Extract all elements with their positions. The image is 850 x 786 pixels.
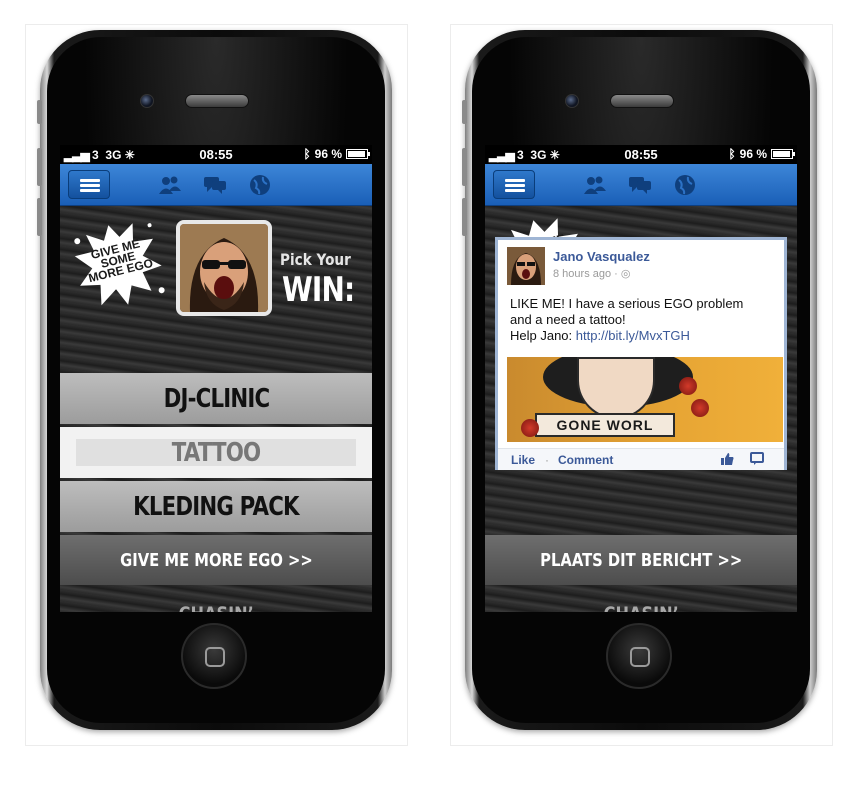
option-dj-clinic[interactable]: DJ-CLINIC <box>60 373 372 424</box>
rose-icon <box>679 377 697 395</box>
avatar-image <box>507 247 545 285</box>
option-tattoo[interactable]: TATTOO <box>60 427 372 478</box>
privacy-globe-icon: ◎ <box>620 268 631 280</box>
earpiece-speaker <box>610 94 674 108</box>
separator-dot: · <box>545 453 549 467</box>
option-label: KLEDING PACK <box>133 491 299 522</box>
battery-fill <box>773 151 790 157</box>
battery-icon <box>771 149 795 159</box>
earpiece-speaker <box>185 94 249 108</box>
volume-down-button <box>462 198 467 236</box>
home-button[interactable] <box>181 623 247 689</box>
like-link[interactable]: Like <box>511 453 535 467</box>
post-body: LIKE ME! I have a serious EGO problem an… <box>510 296 780 344</box>
facebook-post-card: Jano Vasqualez 8 hours ago · ◎ LIKE ME! … <box>495 237 787 470</box>
brand-logo: CHASIN’ <box>60 603 372 612</box>
post-author-name[interactable]: Jano Vasqualez <box>553 249 650 264</box>
option-label: TATTOO <box>171 437 261 468</box>
front-camera <box>565 94 579 108</box>
friends-icon[interactable] <box>158 174 182 196</box>
win-label: WIN: <box>282 270 355 310</box>
friends-icon[interactable] <box>583 174 607 196</box>
rose-icon <box>521 419 539 437</box>
volume-up-button <box>37 148 42 186</box>
front-camera <box>140 94 154 108</box>
menu-button[interactable] <box>493 170 535 199</box>
screen-left: ▂▃▅ 3 3G ✳ 08:55 ᛒ 96 % GIVE ME SOME MOR… <box>60 145 372 612</box>
brand-logo: CHASIN’ <box>485 603 797 612</box>
nav-bar <box>485 164 797 206</box>
battery-icon <box>346 149 370 159</box>
status-bar: ▂▃▅ 3 3G ✳ 08:55 ᛒ 96 % <box>60 145 372 164</box>
option-label: DJ-CLINIC <box>163 383 270 414</box>
post-line: and a need a tattoo! <box>510 312 626 327</box>
give-me-more-ego-button[interactable]: GIVE ME MORE EGO >> <box>60 535 372 585</box>
bluetooth-icon: ᛒ <box>303 147 311 161</box>
phone-left: ▂▃▅ 3 3G ✳ 08:55 ᛒ 96 % GIVE ME SOME MOR… <box>37 30 392 730</box>
battery-fill <box>348 151 365 157</box>
tattoo-banner-text: GONE WORL <box>535 413 675 437</box>
menu-icon <box>505 179 525 182</box>
globe-icon[interactable] <box>248 174 272 196</box>
post-line: Help Jano: <box>510 328 576 343</box>
thumbs-up-icon[interactable] <box>720 452 734 466</box>
globe-icon[interactable] <box>673 174 697 196</box>
post-timestamp: 8 hours ago <box>553 268 612 280</box>
separator-dot: · <box>614 268 618 280</box>
mute-switch <box>37 100 42 124</box>
tattoo-face <box>577 357 655 419</box>
mute-switch <box>462 100 467 124</box>
post-line: LIKE ME! I have a serious EGO problem <box>510 296 744 311</box>
home-square-icon <box>205 647 225 667</box>
hero-banner: GIVE ME SOME MORE EGO Pick Your WIN: <box>60 206 372 328</box>
screen-right: ▂▃▅ 3 3G ✳ 08:55 ᛒ 96 % Jano Vasqualez 8… <box>485 145 797 612</box>
messages-icon[interactable] <box>203 174 227 196</box>
battery-percent: 96 % <box>739 147 767 161</box>
plaats-dit-bericht-button[interactable]: PLAATS DIT BERICHT >> <box>485 535 797 585</box>
option-kleding-pack[interactable]: KLEDING PACK <box>60 481 372 532</box>
nav-bar <box>60 164 372 206</box>
comment-link[interactable]: Comment <box>558 453 613 467</box>
profile-photo <box>176 220 272 316</box>
comment-bubble-icon[interactable] <box>750 452 764 466</box>
post-actions: Like · Comment <box>498 448 784 470</box>
phone-right: ▂▃▅ 3 3G ✳ 08:55 ᛒ 96 % Jano Vasqualez 8… <box>462 30 817 730</box>
volume-up-button <box>462 148 467 186</box>
volume-down-button <box>37 198 42 236</box>
screaming-face-image <box>180 224 268 312</box>
home-square-icon <box>630 647 650 667</box>
rose-icon <box>691 399 709 417</box>
bluetooth-icon: ᛒ <box>728 147 736 161</box>
menu-icon <box>80 179 100 182</box>
status-bar: ▂▃▅ 3 3G ✳ 08:55 ᛒ 96 % <box>485 145 797 164</box>
pick-your-label: Pick Your <box>280 250 351 269</box>
post-author-avatar[interactable] <box>507 247 545 285</box>
battery-percent: 96 % <box>314 147 342 161</box>
post-link[interactable]: http://bit.ly/MvxTGH <box>576 328 690 343</box>
menu-button[interactable] <box>68 170 110 199</box>
home-button[interactable] <box>606 623 672 689</box>
ego-splash-badge: GIVE ME SOME MORE EGO <box>65 211 172 318</box>
post-tattoo-image[interactable]: GONE WORL <box>507 357 783 442</box>
messages-icon[interactable] <box>628 174 652 196</box>
